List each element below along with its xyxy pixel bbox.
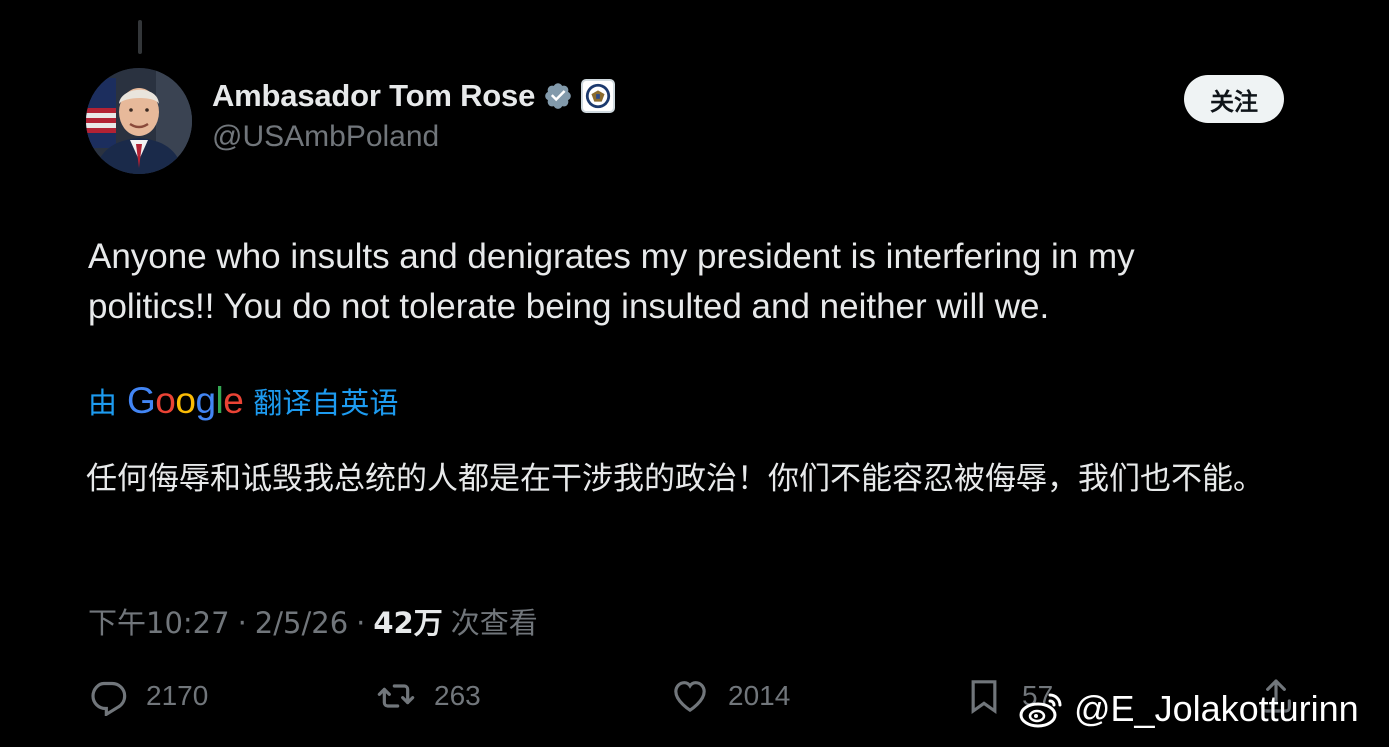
- author-display-name[interactable]: Ambasador Tom Rose: [212, 78, 535, 114]
- google-logo: Google: [127, 380, 244, 421]
- translated-text: 任何侮辱和诋毁我总统的人都是在干涉我的政治！你们不能容忍被侮辱，我们也不能。: [86, 461, 1264, 497]
- tweet-date[interactable]: 2/5/26: [255, 606, 348, 640]
- tweet-text: Anyone who insults and denigrates my pre…: [88, 237, 1135, 326]
- translation-attribution[interactable]: 由 Google 翻译自英语: [88, 380, 398, 422]
- watermark-text: @E_Jolakotturinn: [1074, 688, 1359, 729]
- views-count[interactable]: 42万: [373, 600, 442, 642]
- bookmark-icon: [971, 680, 997, 715]
- tweet-meta: 下午10:27 · 2/5/26 · 42万 次查看: [88, 600, 538, 642]
- retweet-count: 263: [434, 680, 481, 711]
- author-handle[interactable]: @USAmbPoland: [212, 120, 439, 154]
- tweet-detail: Ambasador Tom Rose @USAmbPoland 关注 Anyon…: [0, 0, 1389, 747]
- weibo-watermark: @E_Jolakotturinn: [1018, 688, 1359, 730]
- follow-button[interactable]: 关注: [1184, 75, 1284, 123]
- retweet-icon: [377, 684, 415, 708]
- views-label: 次查看: [450, 606, 538, 640]
- meta-separator: ·: [356, 606, 366, 640]
- reply-count: 2170: [146, 680, 209, 711]
- like-count: 2014: [728, 680, 791, 711]
- weibo-logo-icon: [1019, 693, 1062, 728]
- seal-icon[interactable]: [581, 79, 616, 113]
- tweet-time[interactable]: 下午10:27: [88, 600, 230, 642]
- translation-suffix: 翻译自英语: [253, 386, 399, 420]
- meta-separator: ·: [237, 606, 247, 640]
- avatar[interactable]: [86, 68, 192, 174]
- thread-connector-line: [138, 20, 142, 54]
- retweet-button[interactable]: 263: [376, 676, 481, 716]
- avatar-photo: [86, 68, 192, 174]
- author-name-row: Ambasador Tom Rose: [212, 78, 616, 114]
- like-button[interactable]: 2014: [670, 676, 790, 716]
- heart-icon: [674, 681, 706, 713]
- reply-icon: [91, 681, 127, 716]
- verified-badge-icon[interactable]: [543, 81, 573, 111]
- reply-button[interactable]: 2170: [88, 676, 208, 716]
- translation-prefix: 由: [88, 386, 118, 420]
